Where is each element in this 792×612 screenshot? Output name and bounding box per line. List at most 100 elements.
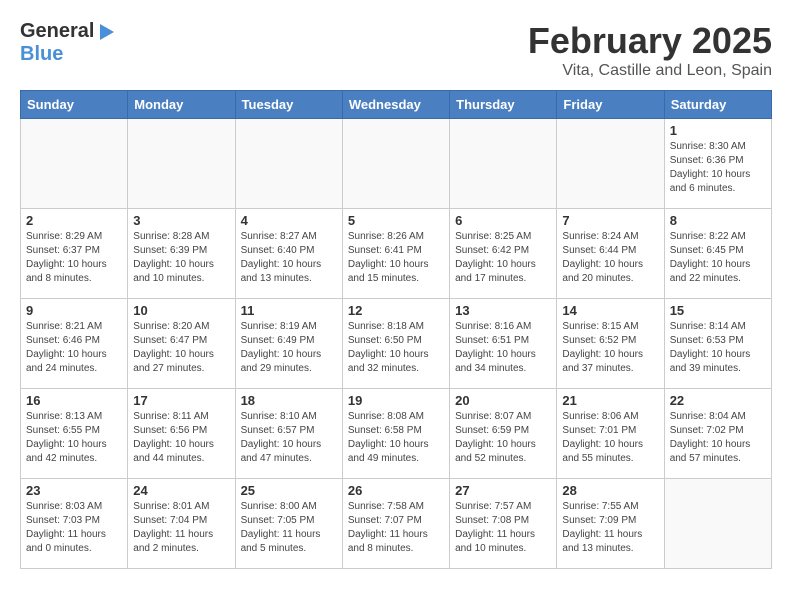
day-number: 26: [348, 483, 444, 498]
calendar-day-cell: 13 Sunrise: 8:16 AM Sunset: 6:51 PM Dayli…: [450, 299, 557, 389]
day-number: 9: [26, 303, 122, 318]
day-number: 6: [455, 213, 551, 228]
calendar-day-cell: [128, 119, 235, 209]
calendar-week-row: 9 Sunrise: 8:21 AM Sunset: 6:46 PM Daylig…: [21, 299, 772, 389]
day-number: 5: [348, 213, 444, 228]
day-number: 12: [348, 303, 444, 318]
day-info: Sunrise: 8:24 AM Sunset: 6:44 PM Dayligh…: [562, 230, 658, 286]
calendar-subtitle: Vita, Castille and Leon, Spain: [528, 62, 772, 80]
day-info: Sunrise: 8:19 AM Sunset: 6:49 PM Dayligh…: [241, 320, 337, 376]
day-number: 20: [455, 393, 551, 408]
calendar-day-cell: 17 Sunrise: 8:11 AM Sunset: 6:56 PM Dayli…: [128, 389, 235, 479]
day-info: Sunrise: 8:28 AM Sunset: 6:39 PM Dayligh…: [133, 230, 229, 286]
logo-general-text: General: [20, 20, 94, 43]
day-info: Sunrise: 8:16 AM Sunset: 6:51 PM Dayligh…: [455, 320, 551, 376]
calendar-day-cell: 18 Sunrise: 8:10 AM Sunset: 6:57 PM Dayli…: [235, 389, 342, 479]
day-info: Sunrise: 8:18 AM Sunset: 6:50 PM Dayligh…: [348, 320, 444, 376]
calendar-day-cell: 19 Sunrise: 8:08 AM Sunset: 6:58 PM Dayli…: [342, 389, 449, 479]
day-of-week-header: Friday: [557, 91, 664, 119]
day-info: Sunrise: 8:22 AM Sunset: 6:45 PM Dayligh…: [670, 230, 766, 286]
calendar-table: SundayMondayTuesdayWednesdayThursdayFrid…: [20, 90, 772, 569]
calendar-day-cell: 26Sunrise: 7:58 AM Sunset: 7:07 PM Dayli…: [342, 479, 449, 569]
day-number: 25: [241, 483, 337, 498]
day-info: Sunrise: 8:15 AM Sunset: 6:52 PM Dayligh…: [562, 320, 658, 376]
calendar-week-row: 23 Sunrise: 8:03 AM Sunset: 7:03 PM Dayli…: [21, 479, 772, 569]
day-number: 15: [670, 303, 766, 318]
calendar-day-cell: 3 Sunrise: 8:28 AM Sunset: 6:39 PM Daylig…: [128, 209, 235, 299]
day-info: Sunrise: 8:11 AM Sunset: 6:56 PM Dayligh…: [133, 410, 229, 466]
day-info: Sunrise: 8:10 AM Sunset: 6:57 PM Dayligh…: [241, 410, 337, 466]
day-number: 19: [348, 393, 444, 408]
title-section: February 2025 Vita, Castille and Leon, S…: [528, 20, 772, 80]
calendar-week-row: 1 Sunrise: 8:30 AM Sunset: 6:36 PM Daylig…: [21, 119, 772, 209]
calendar-day-cell: 16 Sunrise: 8:13 AM Sunset: 6:55 PM Dayli…: [21, 389, 128, 479]
day-number: 2: [26, 213, 122, 228]
calendar-header-row: SundayMondayTuesdayWednesdayThursdayFrid…: [21, 91, 772, 119]
day-info: Sunrise: 8:13 AM Sunset: 6:55 PM Dayligh…: [26, 410, 122, 466]
day-number: 23: [26, 483, 122, 498]
day-number: 28: [562, 483, 658, 498]
calendar-title: February 2025: [528, 20, 772, 62]
day-info: Sunrise: 8:26 AM Sunset: 6:41 PM Dayligh…: [348, 230, 444, 286]
calendar-day-cell: 2 Sunrise: 8:29 AM Sunset: 6:37 PM Daylig…: [21, 209, 128, 299]
calendar-day-cell: 20 Sunrise: 8:07 AM Sunset: 6:59 PM Dayli…: [450, 389, 557, 479]
day-number: 1: [670, 123, 766, 138]
day-info: Sunrise: 7:57 AM Sunset: 7:08 PM Dayligh…: [455, 500, 551, 556]
calendar-day-cell: [450, 119, 557, 209]
calendar-day-cell: [342, 119, 449, 209]
day-info: Sunrise: 8:01 AM Sunset: 7:04 PM Dayligh…: [133, 500, 229, 556]
day-number: 18: [241, 393, 337, 408]
day-number: 21: [562, 393, 658, 408]
day-info: Sunrise: 8:29 AM Sunset: 6:37 PM Dayligh…: [26, 230, 122, 286]
calendar-week-row: 2 Sunrise: 8:29 AM Sunset: 6:37 PM Daylig…: [21, 209, 772, 299]
day-info: Sunrise: 8:21 AM Sunset: 6:46 PM Dayligh…: [26, 320, 122, 376]
day-number: 16: [26, 393, 122, 408]
calendar-day-cell: 12 Sunrise: 8:18 AM Sunset: 6:50 PM Dayli…: [342, 299, 449, 389]
day-info: Sunrise: 8:07 AM Sunset: 6:59 PM Dayligh…: [455, 410, 551, 466]
day-of-week-header: Wednesday: [342, 91, 449, 119]
calendar-day-cell: 8 Sunrise: 8:22 AM Sunset: 6:45 PM Daylig…: [664, 209, 771, 299]
calendar-day-cell: [557, 119, 664, 209]
day-number: 7: [562, 213, 658, 228]
calendar-day-cell: 22 Sunrise: 8:04 AM Sunset: 7:02 PM Dayli…: [664, 389, 771, 479]
day-info: Sunrise: 8:08 AM Sunset: 6:58 PM Dayligh…: [348, 410, 444, 466]
day-of-week-header: Tuesday: [235, 91, 342, 119]
calendar-day-cell: 5 Sunrise: 8:26 AM Sunset: 6:41 PM Daylig…: [342, 209, 449, 299]
day-number: 3: [133, 213, 229, 228]
day-of-week-header: Sunday: [21, 91, 128, 119]
day-info: Sunrise: 8:20 AM Sunset: 6:47 PM Dayligh…: [133, 320, 229, 376]
calendar-day-cell: 25 Sunrise: 8:00 AM Sunset: 7:05 PM Dayli…: [235, 479, 342, 569]
day-of-week-header: Saturday: [664, 91, 771, 119]
day-info: Sunrise: 8:27 AM Sunset: 6:40 PM Dayligh…: [241, 230, 337, 286]
calendar-day-cell: 21Sunrise: 8:06 AM Sunset: 7:01 PM Dayli…: [557, 389, 664, 479]
day-of-week-header: Thursday: [450, 91, 557, 119]
logo-blue-text: Blue: [20, 43, 63, 65]
day-info: Sunrise: 8:04 AM Sunset: 7:02 PM Dayligh…: [670, 410, 766, 466]
day-number: 24: [133, 483, 229, 498]
calendar-week-row: 16 Sunrise: 8:13 AM Sunset: 6:55 PM Dayli…: [21, 389, 772, 479]
calendar-day-cell: 15Sunrise: 8:14 AM Sunset: 6:53 PM Dayli…: [664, 299, 771, 389]
logo: General Blue: [20, 20, 114, 66]
calendar-day-cell: 24 Sunrise: 8:01 AM Sunset: 7:04 PM Dayli…: [128, 479, 235, 569]
day-number: 17: [133, 393, 229, 408]
day-number: 22: [670, 393, 766, 408]
logo-arrow-icon: [100, 24, 114, 40]
day-number: 11: [241, 303, 337, 318]
day-number: 10: [133, 303, 229, 318]
day-number: 13: [455, 303, 551, 318]
calendar-day-cell: 14 Sunrise: 8:15 AM Sunset: 6:52 PM Dayli…: [557, 299, 664, 389]
day-number: 14: [562, 303, 658, 318]
calendar-day-cell: [664, 479, 771, 569]
day-info: Sunrise: 8:03 AM Sunset: 7:03 PM Dayligh…: [26, 500, 122, 556]
calendar-day-cell: 27Sunrise: 7:57 AM Sunset: 7:08 PM Dayli…: [450, 479, 557, 569]
calendar-day-cell: 28Sunrise: 7:55 AM Sunset: 7:09 PM Dayli…: [557, 479, 664, 569]
calendar-day-cell: [235, 119, 342, 209]
calendar-day-cell: 23 Sunrise: 8:03 AM Sunset: 7:03 PM Dayli…: [21, 479, 128, 569]
calendar-day-cell: [21, 119, 128, 209]
page-header: General Blue February 2025 Vita, Castill…: [20, 20, 772, 80]
day-info: Sunrise: 8:30 AM Sunset: 6:36 PM Dayligh…: [670, 140, 766, 196]
day-number: 8: [670, 213, 766, 228]
day-info: Sunrise: 8:00 AM Sunset: 7:05 PM Dayligh…: [241, 500, 337, 556]
calendar-day-cell: 9 Sunrise: 8:21 AM Sunset: 6:46 PM Daylig…: [21, 299, 128, 389]
day-of-week-header: Monday: [128, 91, 235, 119]
